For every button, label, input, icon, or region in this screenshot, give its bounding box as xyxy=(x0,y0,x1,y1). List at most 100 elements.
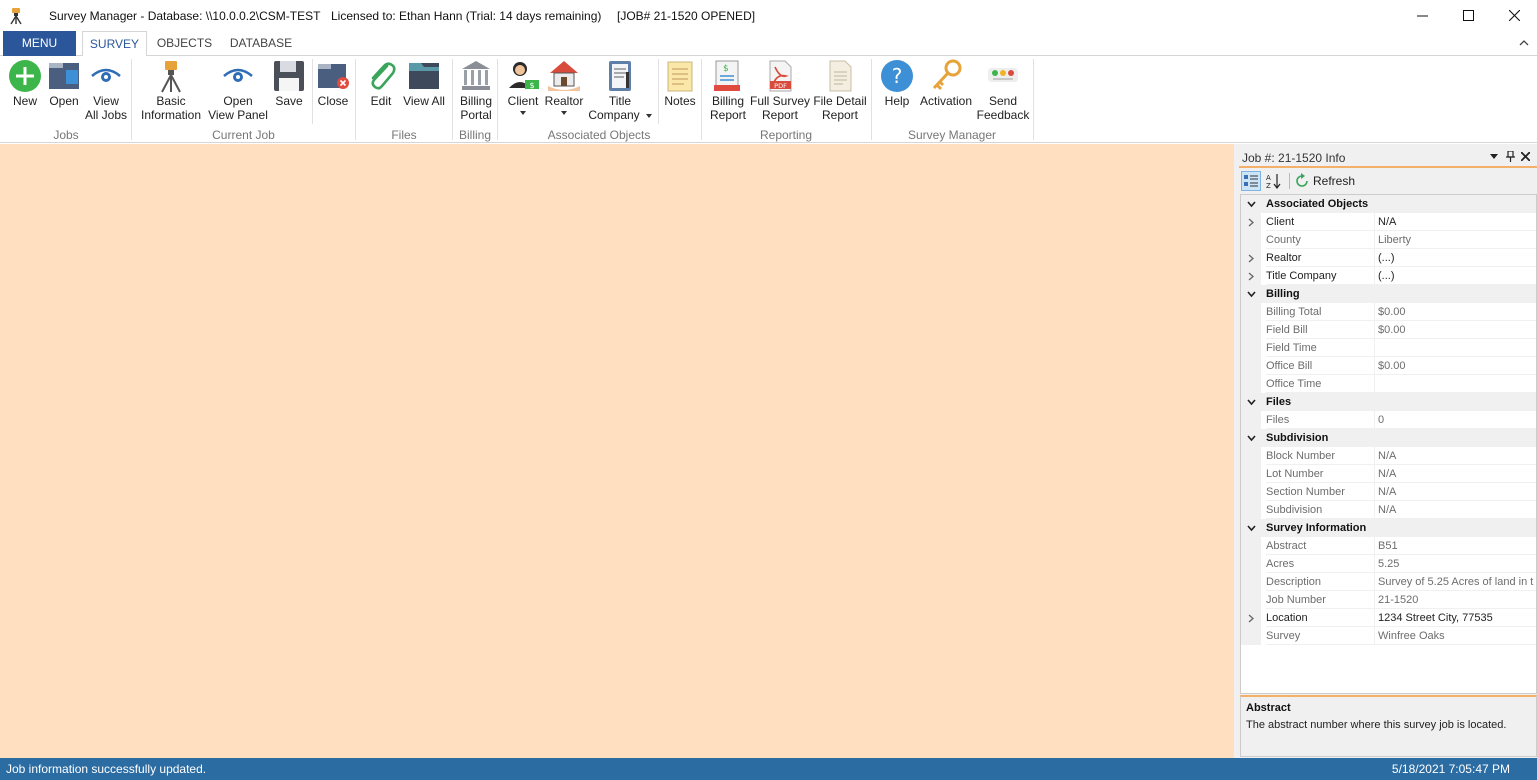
property-value[interactable]: N/A xyxy=(1374,483,1536,501)
view-all-files-button[interactable]: View All xyxy=(400,58,448,108)
property-value[interactable]: $0.00 xyxy=(1374,303,1536,321)
alphabetical-sort-button[interactable]: AZ xyxy=(1264,171,1284,191)
property-row[interactable]: Description Survey of 5.25 Acres of land … xyxy=(1241,573,1536,591)
property-row[interactable]: Office Time xyxy=(1241,375,1536,393)
property-row[interactable]: Acres 5.25 xyxy=(1241,555,1536,573)
realtor-button[interactable]: Realtor xyxy=(542,58,586,115)
property-row[interactable]: Location 1234 Street City, 77535 xyxy=(1241,609,1536,627)
collapse-chevron-icon[interactable] xyxy=(1247,195,1256,215)
category-label: Billing xyxy=(1266,288,1300,300)
collapse-chevron-icon[interactable] xyxy=(1247,393,1256,413)
file-detail-report-button[interactable]: File Detail Report xyxy=(811,58,869,122)
property-row[interactable]: Abstract B51 xyxy=(1241,537,1536,555)
property-name: Job Number xyxy=(1266,591,1374,609)
property-name: Client xyxy=(1266,213,1374,231)
license-info: Licensed to: Ethan Hann (Trial: 14 days … xyxy=(331,9,602,23)
property-row[interactable]: County Liberty xyxy=(1241,231,1536,249)
billing-report-button[interactable]: $ Billing Report xyxy=(707,58,749,122)
panel-dropdown-icon[interactable] xyxy=(1490,154,1498,160)
property-row[interactable]: Office Bill $0.00 xyxy=(1241,357,1536,375)
property-value[interactable]: N/A xyxy=(1374,447,1536,465)
property-row[interactable]: Billing Total $0.00 xyxy=(1241,303,1536,321)
property-value[interactable]: 5.25 xyxy=(1374,555,1536,573)
eye-icon xyxy=(223,68,253,82)
group-label-files: Files xyxy=(391,128,417,142)
tab-survey[interactable]: SURVEY xyxy=(82,31,147,57)
property-value[interactable]: 1234 Street City, 77535 xyxy=(1374,609,1536,627)
group-label-associated-objects: Associated Objects xyxy=(547,128,651,142)
property-value[interactable]: 0 xyxy=(1374,411,1536,429)
save-button[interactable]: Save xyxy=(270,58,308,108)
property-value[interactable]: (...) xyxy=(1374,249,1536,267)
close-job-button[interactable]: Close xyxy=(314,58,352,108)
property-value[interactable]: 21-1520 xyxy=(1374,591,1536,609)
notes-button[interactable]: Notes xyxy=(660,58,700,108)
property-row[interactable]: Subdivision N/A xyxy=(1241,501,1536,519)
property-value[interactable]: N/A xyxy=(1374,213,1536,231)
category-label: Survey Information xyxy=(1266,522,1367,534)
categorized-view-button[interactable] xyxy=(1241,171,1261,191)
property-value[interactable] xyxy=(1374,375,1536,393)
collapse-chevron-icon[interactable] xyxy=(1247,285,1256,305)
expand-chevron-icon[interactable] xyxy=(1247,267,1255,287)
tab-menu[interactable]: MENU xyxy=(3,31,76,56)
collapse-chevron-icon[interactable] xyxy=(1247,429,1256,449)
property-value[interactable]: N/A xyxy=(1374,501,1536,519)
client-button[interactable]: $ Client xyxy=(504,58,542,115)
property-value[interactable]: B51 xyxy=(1374,537,1536,555)
property-row[interactable]: Field Time xyxy=(1241,339,1536,357)
property-value[interactable]: (...) xyxy=(1374,267,1536,285)
edit-files-button[interactable]: Edit xyxy=(362,58,400,108)
property-row[interactable]: Section Number N/A xyxy=(1241,483,1536,501)
basic-information-button[interactable]: Basic Information xyxy=(138,58,204,122)
property-row[interactable]: Title Company (...) xyxy=(1241,267,1536,285)
activation-button[interactable]: Activation xyxy=(916,58,976,108)
view-all-jobs-button[interactable]: View All Jobs xyxy=(84,58,128,122)
close-panel-icon[interactable] xyxy=(1521,152,1530,161)
property-value[interactable]: $0.00 xyxy=(1374,357,1536,375)
collapse-ribbon-icon[interactable] xyxy=(1519,38,1529,48)
pin-icon[interactable] xyxy=(1506,151,1515,162)
categorized-list-icon xyxy=(1244,175,1258,187)
property-value[interactable]: Liberty xyxy=(1374,231,1536,249)
maximize-button[interactable] xyxy=(1445,0,1491,31)
billing-portal-button[interactable]: Billing Portal xyxy=(455,58,497,122)
property-category[interactable]: Billing xyxy=(1241,285,1536,303)
property-value[interactable]: Survey of 5.25 Acres of land in t xyxy=(1374,573,1536,591)
property-row[interactable]: Files 0 xyxy=(1241,411,1536,429)
property-row[interactable]: Lot Number N/A xyxy=(1241,465,1536,483)
collapse-chevron-icon[interactable] xyxy=(1247,519,1256,539)
property-row[interactable]: Client N/A xyxy=(1241,213,1536,231)
property-row[interactable]: Job Number 21-1520 xyxy=(1241,591,1536,609)
expand-chevron-icon[interactable] xyxy=(1247,609,1255,629)
tab-database[interactable]: DATABASE xyxy=(225,31,297,56)
open-job-button[interactable]: Open xyxy=(44,58,84,108)
property-row[interactable]: Block Number N/A xyxy=(1241,447,1536,465)
property-category[interactable]: Subdivision xyxy=(1241,429,1536,447)
expand-chevron-icon[interactable] xyxy=(1247,249,1255,269)
property-category[interactable]: Files xyxy=(1241,393,1536,411)
property-value[interactable]: N/A xyxy=(1374,465,1536,483)
property-category[interactable]: Survey Information xyxy=(1241,519,1536,537)
property-value[interactable]: $0.00 xyxy=(1374,321,1536,339)
property-row[interactable]: Field Bill $0.00 xyxy=(1241,321,1536,339)
new-job-button[interactable]: New xyxy=(6,58,44,108)
property-category[interactable]: Associated Objects xyxy=(1241,195,1536,213)
full-survey-report-button[interactable]: PDF Full Survey Report xyxy=(749,58,811,122)
description-title: Abstract xyxy=(1246,702,1291,714)
property-row[interactable]: Survey Winfree Oaks xyxy=(1241,627,1536,645)
property-row[interactable]: Realtor (...) xyxy=(1241,249,1536,267)
property-value[interactable] xyxy=(1374,339,1536,357)
property-value[interactable]: Winfree Oaks xyxy=(1374,627,1536,645)
expand-chevron-icon[interactable] xyxy=(1247,213,1255,233)
refresh-button[interactable]: Refresh xyxy=(1294,171,1358,191)
tab-objects[interactable]: OBJECTS xyxy=(152,31,217,56)
close-window-button[interactable] xyxy=(1491,0,1537,31)
minimize-button[interactable] xyxy=(1399,0,1445,31)
open-view-panel-button[interactable]: Open View Panel xyxy=(206,58,270,122)
title-company-button[interactable]: Title Company xyxy=(586,58,654,122)
help-button[interactable]: ? Help xyxy=(878,58,916,108)
feedback-dots-icon xyxy=(988,68,1018,82)
dropdown-arrow-icon xyxy=(520,111,526,115)
send-feedback-button[interactable]: Send Feedback xyxy=(976,58,1030,122)
